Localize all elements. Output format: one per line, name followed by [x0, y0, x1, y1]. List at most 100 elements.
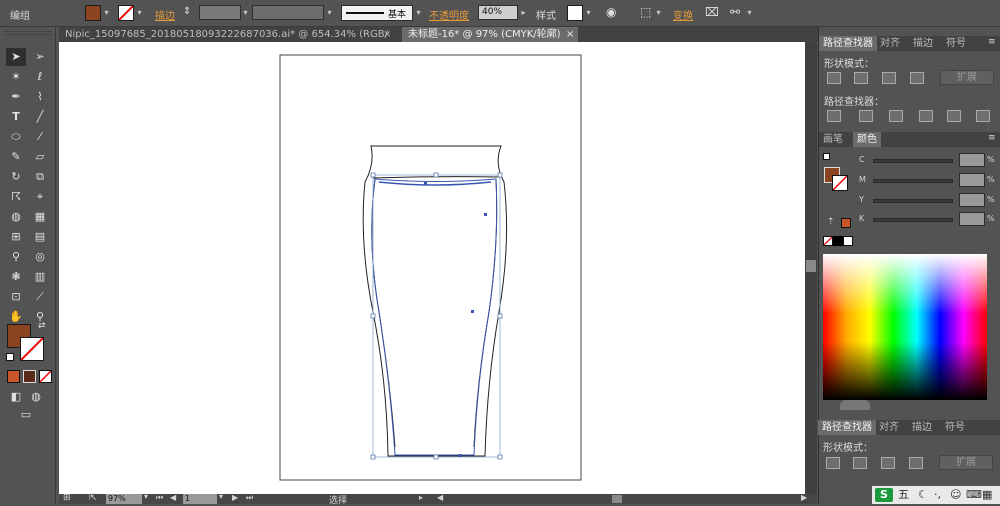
panel-grip[interactable]	[4, 31, 52, 35]
shape-builder-tool-icon[interactable]: ◍	[6, 208, 26, 226]
intersect-icon[interactable]	[881, 457, 895, 469]
cyan-value-field[interactable]	[959, 153, 985, 167]
minus-front-icon[interactable]	[854, 72, 868, 84]
previous-artboard-icon[interactable]: ◀	[170, 493, 176, 502]
warp-tool-icon[interactable]: ☈	[6, 188, 26, 206]
transform-options-dropdown-icon[interactable]: ▾	[745, 5, 754, 21]
gradient-mode-icon[interactable]	[23, 370, 36, 383]
eyedropper-tool-icon[interactable]: ⚲	[6, 248, 26, 266]
out-of-gamut-icon[interactable]: ⇡	[827, 217, 835, 227]
ime-logo-icon[interactable]: S	[875, 488, 893, 502]
gradient-tool-icon[interactable]: ▤	[30, 228, 50, 246]
panel-menu-icon[interactable]: ≡	[988, 133, 996, 143]
ime-menu-icon[interactable]: ▦	[982, 486, 992, 504]
transform-options-icon[interactable]: ⚯	[730, 5, 740, 19]
lasso-tool-icon[interactable]: ℓ	[30, 68, 50, 86]
tab-nipic-document[interactable]: Nipic_15097685_20180518093222687036.ai* …	[59, 27, 397, 55]
variable-width-field[interactable]	[252, 5, 324, 20]
pencil-tool-icon[interactable]: ✎	[6, 148, 26, 166]
unite-icon[interactable]	[826, 457, 840, 469]
tab-untitled-16[interactable]: 未标题-16* @ 97% (CMYK/轮廓) ×	[402, 27, 578, 42]
intersect-icon[interactable]	[882, 72, 896, 84]
brush-profile-field[interactable]: 基本	[341, 5, 413, 21]
tab-stroke[interactable]: 描边	[908, 420, 936, 435]
stroke-weight-field[interactable]	[199, 5, 241, 20]
status-menu-icon[interactable]: ▸	[419, 493, 423, 502]
black-slider[interactable]	[873, 218, 953, 222]
column-graph-tool-icon[interactable]: ▥	[30, 268, 50, 286]
trim-icon[interactable]	[859, 110, 873, 122]
tab-symbols[interactable]: 符号	[941, 420, 969, 435]
white-swatch[interactable]	[843, 236, 853, 246]
slice-tool-icon[interactable]: ⟋	[30, 288, 50, 306]
bounding-box-handles[interactable]	[370, 172, 503, 460]
black-swatch[interactable]	[833, 236, 843, 246]
screen-mode-icon[interactable]: ▭	[16, 406, 36, 424]
tab-align[interactable]: 对齐	[875, 420, 903, 435]
first-artboard-icon[interactable]: ⏮	[156, 493, 163, 503]
tab-align[interactable]: 对齐	[876, 36, 904, 51]
exclude-icon[interactable]	[909, 457, 923, 469]
stroke-color-box[interactable]	[20, 337, 44, 361]
recolor-artwork-icon[interactable]: ◉	[606, 5, 616, 19]
default-colors-icon[interactable]	[6, 353, 14, 361]
unite-icon[interactable]	[827, 72, 841, 84]
direct-selection-tool-icon[interactable]: ➢	[30, 48, 50, 66]
ime-keyboard-icon[interactable]: ⌨	[966, 486, 982, 504]
graphic-style-swatch[interactable]	[567, 5, 583, 21]
last-color-swatch[interactable]	[841, 218, 851, 228]
stroke-color-box[interactable]	[832, 175, 848, 191]
last-artboard-icon[interactable]: ⏭	[246, 493, 253, 503]
magenta-value-field[interactable]	[959, 173, 985, 187]
next-artboard-icon[interactable]: ▶	[232, 493, 238, 502]
default-colors-icon[interactable]	[823, 153, 830, 160]
tab-pathfinder[interactable]: 路径查找器	[819, 36, 877, 51]
isolate-group-icon[interactable]: ⌧	[705, 5, 719, 19]
tab-symbols[interactable]: 符号	[942, 36, 970, 51]
opacity-dropdown-icon[interactable]: ▸	[519, 5, 528, 21]
ime-mode-label[interactable]: 五	[898, 486, 909, 504]
crop-icon[interactable]	[919, 110, 933, 122]
stroke-swatch[interactable]	[118, 5, 134, 21]
black-value-field[interactable]	[959, 212, 985, 226]
fill-swatch[interactable]	[85, 5, 101, 21]
tab-brushes[interactable]: 画笔	[819, 132, 847, 147]
scale-tool-icon[interactable]: ⧉	[30, 168, 50, 186]
export-icon[interactable]: ⇱	[89, 493, 97, 503]
scroll-left-icon[interactable]: ◀	[437, 493, 443, 502]
blend-tool-icon[interactable]: ◎	[30, 248, 50, 266]
anchor-points[interactable]	[424, 182, 487, 457]
tab-color[interactable]: 颜色	[853, 132, 881, 147]
ime-moon-icon[interactable]: ☾	[918, 486, 928, 504]
magenta-slider[interactable]	[873, 179, 953, 183]
draw-mode-icon[interactable]: ◧	[6, 388, 26, 406]
ime-punct-icon[interactable]: ·,	[934, 486, 941, 504]
line-tool-icon[interactable]: ╱	[30, 108, 50, 126]
close-icon[interactable]: ×	[566, 27, 574, 42]
scroll-right-icon[interactable]: ▶	[801, 493, 807, 502]
selected-path[interactable]	[371, 178, 498, 456]
color-mode-icon[interactable]	[7, 370, 20, 383]
free-transform-tool-icon[interactable]: ⌖	[30, 188, 50, 206]
perspective-grid-tool-icon[interactable]: ▦	[30, 208, 50, 226]
close-icon[interactable]: ×	[383, 27, 391, 42]
vertical-scrollbar[interactable]	[805, 42, 817, 494]
type-tool-icon[interactable]: T	[6, 108, 26, 126]
zoom-field[interactable]: 97%	[106, 494, 142, 504]
merge-icon[interactable]	[889, 110, 903, 122]
opacity-field[interactable]: 40%	[478, 5, 518, 20]
pen-tool-icon[interactable]: ✒	[6, 88, 26, 106]
yellow-slider[interactable]	[873, 199, 953, 203]
exclude-icon[interactable]	[910, 72, 924, 84]
transform-label[interactable]: 变换	[673, 7, 693, 22]
outline-icon[interactable]	[947, 110, 961, 122]
ime-emoji-icon[interactable]: ☺	[950, 486, 961, 504]
zoom-dropdown-icon[interactable]: ▾	[144, 492, 148, 501]
mesh-tool-icon[interactable]: ⊞	[6, 228, 26, 246]
none-swatch[interactable]	[823, 236, 833, 246]
minus-front-icon[interactable]	[853, 457, 867, 469]
selection-tool-icon[interactable]: ➤	[6, 48, 26, 66]
fill-dropdown-icon[interactable]: ▾	[102, 5, 111, 21]
divide-icon[interactable]	[827, 110, 841, 122]
artboard-nav-icon[interactable]: ⊞	[63, 493, 71, 503]
